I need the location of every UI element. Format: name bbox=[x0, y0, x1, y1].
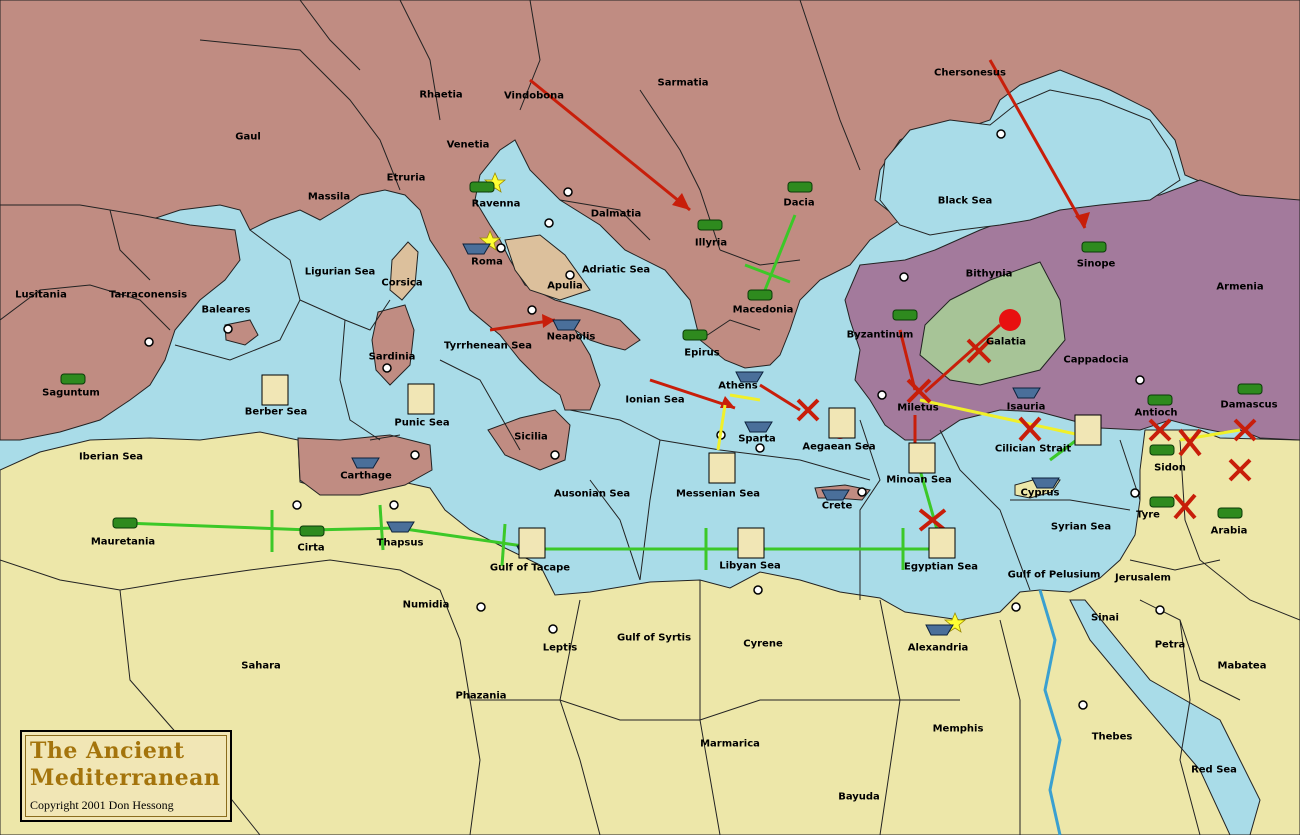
territory-thebes[interactable]: Thebes bbox=[1092, 732, 1133, 743]
territory-dalmatia[interactable]: Dalmatia bbox=[591, 209, 642, 220]
map-title-line2: Mediterranean bbox=[30, 765, 221, 791]
territory-crete[interactable]: Crete bbox=[822, 501, 853, 512]
territory-illyria[interactable]: Illyria bbox=[695, 238, 727, 249]
territory-berber-sea[interactable]: Berber Sea bbox=[245, 407, 307, 418]
territory-jerusalem[interactable]: Jerusalem bbox=[1115, 573, 1171, 584]
territory-petra[interactable]: Petra bbox=[1155, 640, 1186, 651]
territory-leptis[interactable]: Leptis bbox=[543, 643, 577, 654]
territory-apulia[interactable]: Apulia bbox=[547, 281, 583, 292]
map-canvas bbox=[0, 0, 1300, 835]
territory-venetia[interactable]: Venetia bbox=[447, 140, 490, 151]
territory-massila[interactable]: Massila bbox=[308, 192, 350, 203]
territory-black-sea[interactable]: Black Sea bbox=[938, 196, 993, 207]
territory-antioch[interactable]: Antioch bbox=[1135, 408, 1178, 419]
map-title-cartouche: The Ancient Mediterranean Copyright 2001… bbox=[20, 730, 232, 822]
territory-mauretania[interactable]: Mauretania bbox=[91, 537, 155, 548]
map-copyright: Copyright 2001 Don Hessong bbox=[30, 798, 174, 812]
territory-byzantinum[interactable]: Byzantinum bbox=[847, 330, 914, 341]
territory-egyptian-sea[interactable]: Egyptian Sea bbox=[904, 562, 978, 573]
territory-messenian-sea[interactable]: Messenian Sea bbox=[676, 489, 760, 500]
territory-dacia[interactable]: Dacia bbox=[783, 198, 814, 209]
territory-libyan-sea[interactable]: Libyan Sea bbox=[719, 561, 781, 572]
territory-gulf-of-pelusium[interactable]: Gulf of Pelusium bbox=[1008, 570, 1101, 581]
territory-epirus[interactable]: Epirus bbox=[684, 348, 719, 359]
territory-thapsus[interactable]: Thapsus bbox=[377, 538, 424, 549]
territory-alexandria[interactable]: Alexandria bbox=[908, 643, 969, 654]
territory-tarraconensis[interactable]: Tarraconensis bbox=[109, 290, 187, 301]
territory-bayuda[interactable]: Bayuda bbox=[838, 792, 880, 803]
territory-lusitania[interactable]: Lusitania bbox=[15, 290, 67, 301]
territory-punic-sea[interactable]: Punic Sea bbox=[394, 418, 449, 429]
territory-tyrrhenean-sea[interactable]: Tyrrhenean Sea bbox=[444, 341, 532, 352]
territory-vindobona[interactable]: Vindobona bbox=[504, 91, 564, 102]
territory-numidia[interactable]: Numidia bbox=[403, 600, 450, 611]
territory-tyre[interactable]: Tyre bbox=[1136, 510, 1160, 521]
territory-sparta[interactable]: Sparta bbox=[738, 434, 776, 445]
territory-red-sea[interactable]: Red Sea bbox=[1191, 765, 1237, 776]
territory-aegaean-sea[interactable]: Aegaean Sea bbox=[802, 442, 875, 453]
territory-isauria[interactable]: Isauria bbox=[1007, 402, 1046, 413]
territory-chersonesus[interactable]: Chersonesus bbox=[934, 68, 1006, 79]
territory-memphis[interactable]: Memphis bbox=[933, 724, 984, 735]
territory-neapolis[interactable]: Neapolis bbox=[547, 332, 596, 343]
territory-etruria[interactable]: Etruria bbox=[387, 173, 426, 184]
territory-iberian-sea[interactable]: Iberian Sea bbox=[79, 452, 143, 463]
territory-arabia[interactable]: Arabia bbox=[1211, 526, 1248, 537]
territory-cilician-strait[interactable]: Cilician Strait bbox=[995, 444, 1071, 455]
territory-cirta[interactable]: Cirta bbox=[297, 543, 324, 554]
territory-gulf-of-syrtis[interactable]: Gulf of Syrtis bbox=[617, 633, 691, 644]
territory-marmarica[interactable]: Marmarica bbox=[700, 739, 760, 750]
territory-bithynia[interactable]: Bithynia bbox=[966, 269, 1013, 280]
territory-carthage[interactable]: Carthage bbox=[340, 471, 392, 482]
territory-cyrene[interactable]: Cyrene bbox=[743, 639, 782, 650]
territory-miletus[interactable]: Miletus bbox=[897, 403, 938, 414]
territory-mabatea[interactable]: Mabatea bbox=[1218, 661, 1267, 672]
territory-sarmatia[interactable]: Sarmatia bbox=[657, 78, 708, 89]
territory-saguntum[interactable]: Saguntum bbox=[42, 388, 100, 399]
territory-damascus[interactable]: Damascus bbox=[1220, 400, 1277, 411]
territory-sidon[interactable]: Sidon bbox=[1154, 463, 1186, 474]
territory-macedonia[interactable]: Macedonia bbox=[733, 305, 794, 316]
territory-rhaetia[interactable]: Rhaetia bbox=[419, 90, 462, 101]
territory-sahara[interactable]: Sahara bbox=[241, 661, 281, 672]
territory-athens[interactable]: Athens bbox=[718, 381, 758, 392]
territory-sinai[interactable]: Sinai bbox=[1091, 613, 1119, 624]
territory-phazania[interactable]: Phazania bbox=[455, 691, 506, 702]
territory-baleares[interactable]: Baleares bbox=[202, 305, 251, 316]
territory-galatia[interactable]: Galatia bbox=[986, 337, 1026, 348]
territory-cyprus[interactable]: Cyprus bbox=[1020, 488, 1059, 499]
territory-armenia[interactable]: Armenia bbox=[1216, 282, 1263, 293]
game-board: Gaul Rhaetia Vindobona Sarmatia Chersonesus V… bbox=[0, 0, 1300, 835]
territory-ionian-sea[interactable]: Ionian Sea bbox=[625, 395, 684, 406]
territory-ligurian-sea[interactable]: Ligurian Sea bbox=[305, 267, 376, 278]
territory-minoan-sea[interactable]: Minoan Sea bbox=[886, 475, 951, 486]
territory-ravenna[interactable]: Ravenna bbox=[472, 199, 521, 210]
territory-sinope[interactable]: Sinope bbox=[1077, 259, 1116, 270]
territory-roma[interactable]: Roma bbox=[471, 257, 503, 268]
territory-corsica[interactable]: Corsica bbox=[381, 278, 422, 289]
map-title-line1: The Ancient bbox=[30, 738, 185, 764]
territory-sicilia[interactable]: Sicilia bbox=[514, 432, 548, 443]
territory-gulf-of-tacape[interactable]: Gulf of Tacape bbox=[490, 563, 570, 574]
territory-gaul[interactable]: Gaul bbox=[235, 132, 261, 143]
territory-syrian-sea[interactable]: Syrian Sea bbox=[1051, 522, 1111, 533]
territory-ausonian-sea[interactable]: Ausonian Sea bbox=[554, 489, 630, 500]
territory-cappadocia[interactable]: Cappadocia bbox=[1063, 355, 1128, 366]
territory-adriatic-sea[interactable]: Adriatic Sea bbox=[582, 265, 650, 276]
territory-sardinia[interactable]: Sardinia bbox=[369, 352, 416, 363]
